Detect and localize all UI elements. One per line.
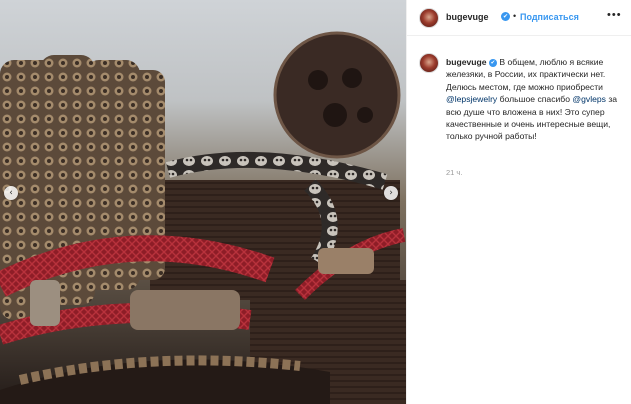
- jewelry-photo-illustration: [0, 0, 406, 404]
- more-options-icon[interactable]: •••: [607, 9, 622, 21]
- chevron-left-icon: ‹: [9, 187, 13, 198]
- avatar[interactable]: [419, 8, 439, 28]
- carousel-prev-button[interactable]: ‹: [4, 186, 18, 200]
- caption-part-2: большое спасибо: [497, 94, 573, 105]
- avatar[interactable]: [419, 53, 439, 73]
- caption-text: bugevuge ✔ В общем, люблю я всякие желез…: [446, 56, 622, 143]
- header-username[interactable]: bugevuge: [446, 12, 489, 22]
- post-side-panel: bugevuge ✔ • Подписаться ••• bugevuge ✔ …: [406, 0, 631, 404]
- verified-badge-icon: ✔: [501, 12, 510, 21]
- post-timestamp[interactable]: 21 ч.: [446, 168, 462, 177]
- post-photo[interactable]: ‹ ›: [0, 0, 406, 404]
- chevron-right-icon: ›: [389, 187, 393, 198]
- follow-button[interactable]: Подписаться: [520, 12, 579, 22]
- verified-badge-icon: ✔: [488, 58, 497, 67]
- mention-link[interactable]: @lepsjewelry: [446, 94, 497, 104]
- separator-dot: •: [513, 11, 517, 21]
- post-header: bugevuge ✔ • Подписаться •••: [407, 0, 631, 36]
- caption-username[interactable]: bugevuge: [446, 57, 487, 67]
- mention-link[interactable]: @gvleps: [572, 94, 606, 104]
- carousel-next-button[interactable]: ›: [384, 186, 398, 200]
